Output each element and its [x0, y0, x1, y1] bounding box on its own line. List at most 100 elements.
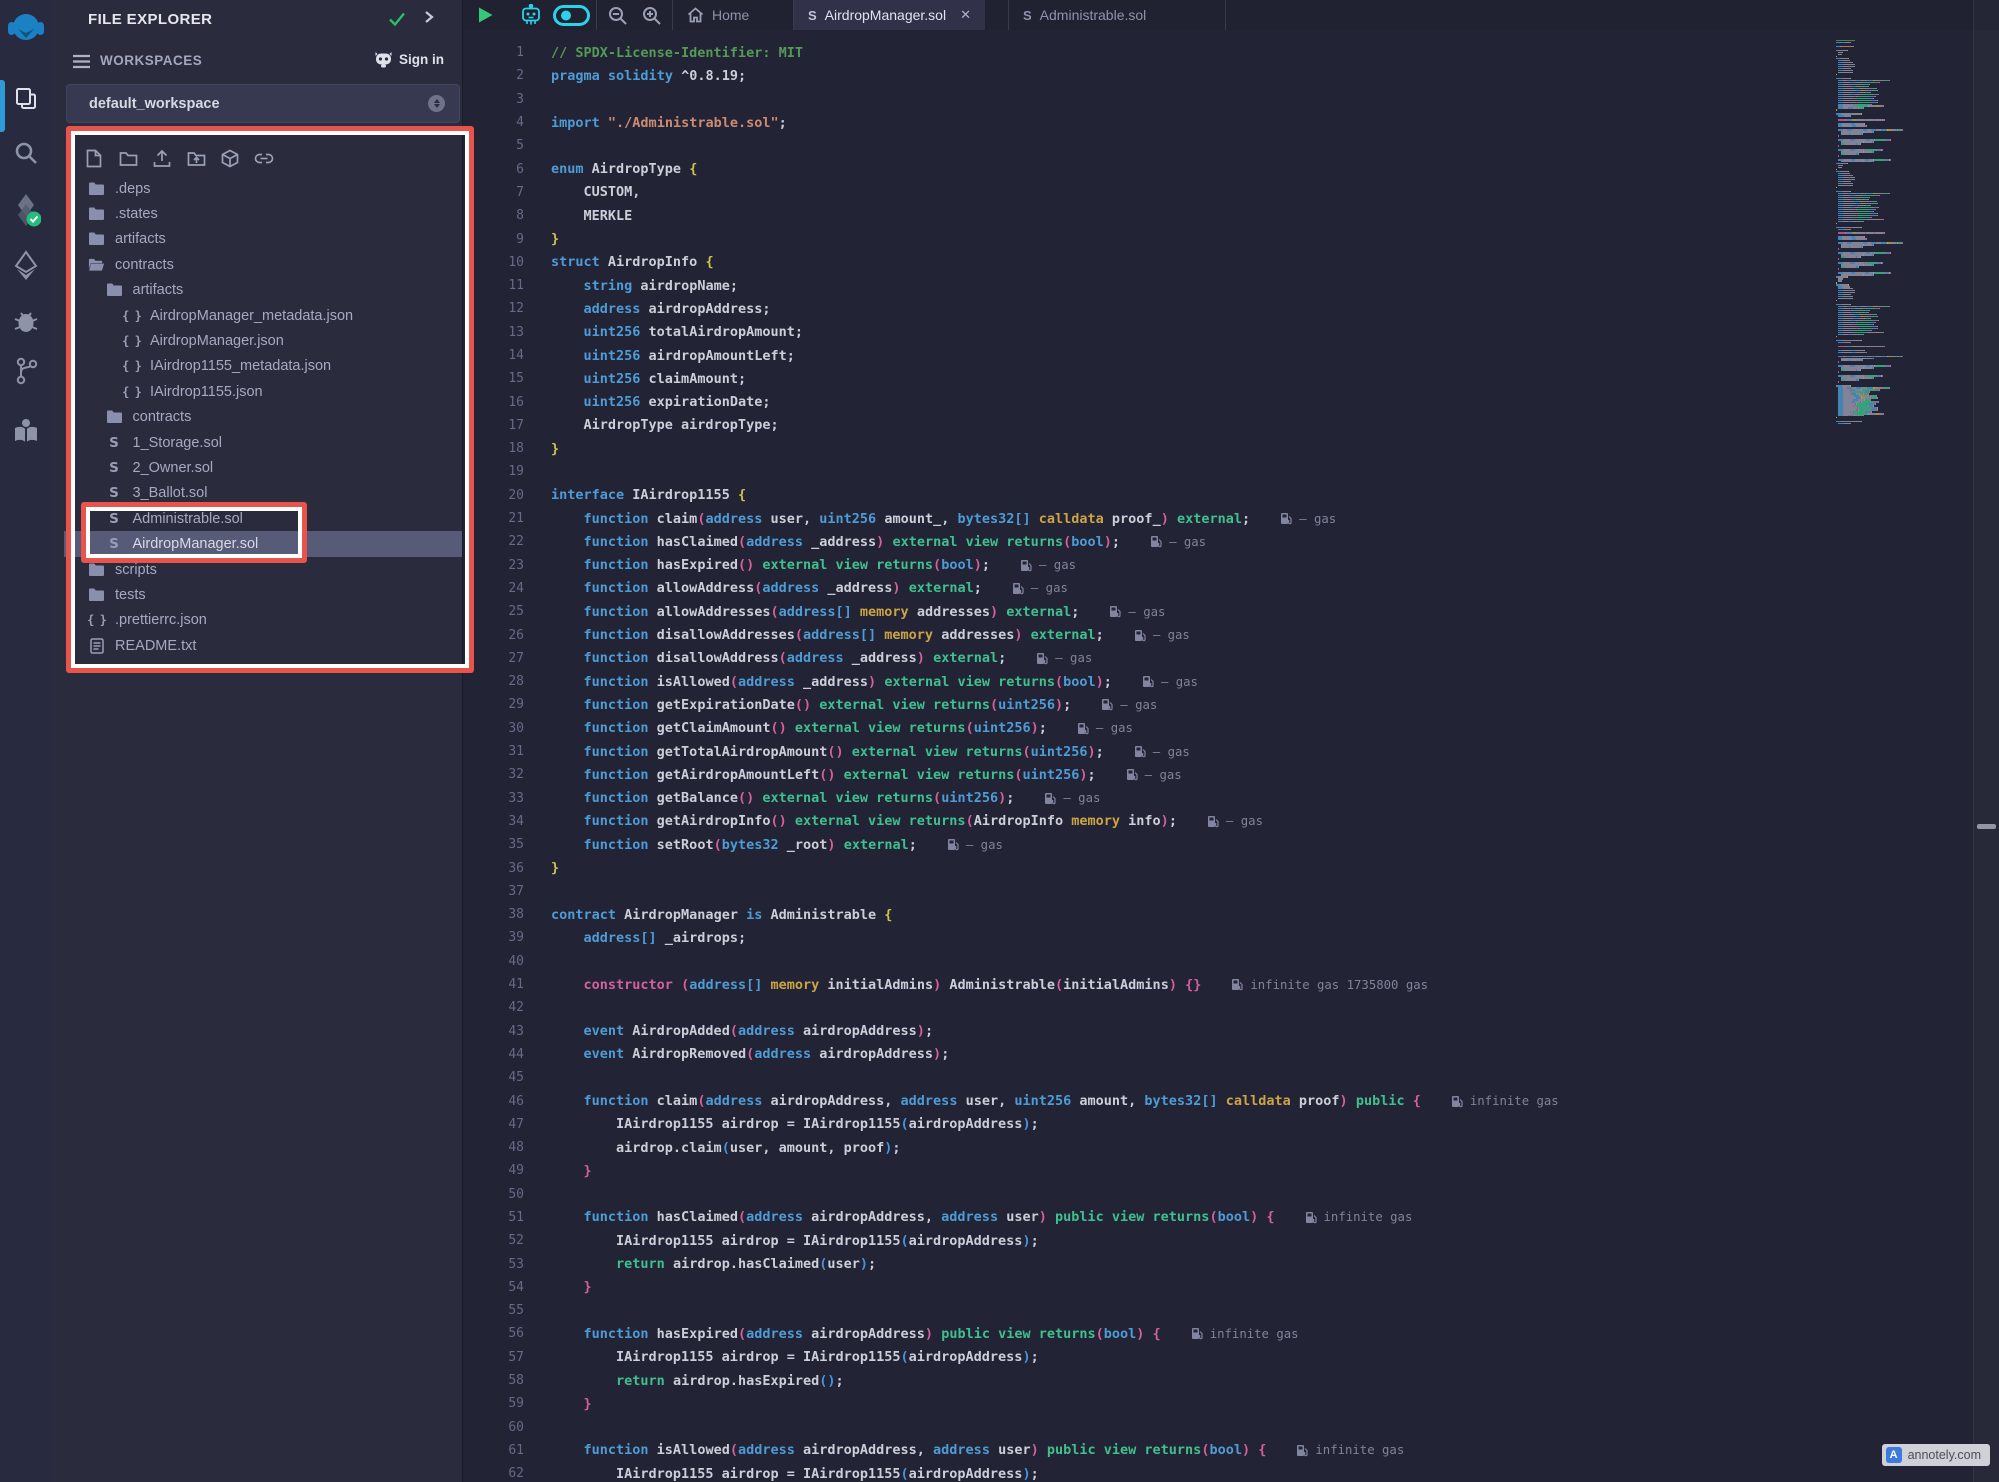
- gas-pump-icon: [1134, 629, 1146, 642]
- ai-toggle[interactable]: [553, 0, 590, 30]
- tree-item-iairdrop1155-metadata-json[interactable]: { }IAirdrop1155_metadata.json: [52, 354, 462, 379]
- remix-logo-icon[interactable]: [0, 8, 52, 48]
- code-line: 49 }: [463, 1159, 1835, 1182]
- upload-folder-icon[interactable]: [184, 145, 208, 171]
- line-number: 54: [463, 1280, 524, 1295]
- run-script-button[interactable]: [477, 0, 494, 30]
- upload-file-icon[interactable]: [150, 145, 174, 171]
- line-number: 40: [463, 954, 524, 969]
- tree-item-iairdrop1155-json[interactable]: { }IAirdrop1155.json: [52, 379, 462, 404]
- code-line: 24 function allowAddress(address _addres…: [463, 577, 1835, 600]
- code-line: 51 function hasClaimed(address airdropAd…: [463, 1206, 1835, 1229]
- code-line: 45: [463, 1066, 1835, 1089]
- deploy-run-icon[interactable]: [0, 250, 52, 282]
- code-line: 2pragma solidity ^0.8.19;: [463, 64, 1835, 87]
- tree-item--prettierrc-json[interactable]: { }.prettierrc.json: [52, 608, 462, 633]
- tree-item-scripts[interactable]: scripts: [52, 557, 462, 582]
- new-file-icon[interactable]: [82, 145, 106, 171]
- code-line: 54 }: [463, 1276, 1835, 1299]
- gas-pump-icon: [1142, 675, 1154, 688]
- line-number: 1: [463, 45, 524, 60]
- learneth-icon[interactable]: [0, 416, 52, 446]
- tree-item-airdropmanager-json[interactable]: { }AirdropManager.json: [52, 328, 462, 353]
- folder-icon: [88, 586, 105, 603]
- remix-ide-window: FILE EXPLORER WORKSPACES Sign in default…: [0, 0, 1999, 1482]
- tree-item-label: 1_Storage.sol: [133, 435, 222, 451]
- code-line: 13 uint256 totalAirdropAmount;: [463, 321, 1835, 344]
- tree-item-contracts[interactable]: contracts: [52, 405, 462, 430]
- line-number: 62: [463, 1466, 524, 1481]
- tree-item-tests[interactable]: tests: [52, 582, 462, 607]
- line-number: 55: [463, 1303, 524, 1318]
- code-line: 22 function hasClaimed(address _address)…: [463, 530, 1835, 553]
- code-line: 5: [463, 134, 1835, 157]
- workspaces-menu-icon[interactable]: [72, 54, 91, 74]
- git-icon[interactable]: [0, 356, 52, 386]
- code-line: 55: [463, 1299, 1835, 1322]
- gas-estimate: – gas: [1207, 814, 1263, 828]
- line-number: 56: [463, 1326, 524, 1341]
- line-number: 32: [463, 767, 524, 782]
- workspace-select[interactable]: default_workspace: [66, 84, 460, 123]
- tab-administrable[interactable]: S Administrable.sol: [1009, 0, 1160, 30]
- tree-item-label: .deps: [115, 181, 150, 197]
- solidity-compiler-icon[interactable]: [0, 192, 52, 228]
- line-number: 5: [463, 138, 524, 153]
- tab-home[interactable]: Home: [673, 0, 763, 30]
- tree-item-artifacts[interactable]: artifacts: [52, 227, 462, 252]
- code-line: 61 function isAllowed(address airdropAdd…: [463, 1439, 1835, 1462]
- file-toolbar: [82, 145, 276, 171]
- sol-icon: S: [106, 536, 123, 553]
- tree-item-1-storage-sol[interactable]: S 1_Storage.sol: [52, 430, 462, 455]
- tree-item--states[interactable]: .states: [52, 201, 462, 226]
- workspace-ok-check-icon[interactable]: [388, 11, 406, 32]
- gas-pump-icon: [1020, 559, 1032, 572]
- minimap[interactable]: [1836, 40, 1988, 427]
- tree-item-airdropmanager-sol[interactable]: SAirdropManager.sol: [52, 531, 462, 556]
- scrollbar-marker[interactable]: [1977, 824, 1996, 829]
- tree-item-3-ballot-sol[interactable]: S3_Ballot.sol: [52, 481, 462, 506]
- tree-item-artifacts[interactable]: artifacts: [52, 278, 462, 303]
- tree-item-readme-txt[interactable]: README.txt: [52, 633, 462, 658]
- file-explorer-icon[interactable]: [0, 84, 52, 114]
- line-number: 11: [463, 278, 524, 293]
- tab-airdropmanager[interactable]: S AirdropManager.sol ✕: [794, 0, 985, 30]
- load-cube-icon[interactable]: [218, 145, 242, 171]
- remix-ai-icon[interactable]: [519, 0, 543, 30]
- gas-pump-icon: [1231, 978, 1243, 991]
- overview-ruler[interactable]: [1973, 0, 1999, 1482]
- file-tree: .deps.statesartifactscontractsartifacts{…: [52, 176, 462, 658]
- search-icon[interactable]: [0, 138, 52, 168]
- tree-item-2-owner-sol[interactable]: S2_Owner.sol: [52, 455, 462, 480]
- line-number: 4: [463, 115, 524, 130]
- panel-title: FILE EXPLORER: [88, 11, 212, 28]
- tab-label: Administrable.sol: [1040, 7, 1147, 23]
- code-line: 7 CUSTOM,: [463, 181, 1835, 204]
- code-line: 17 AirdropType airdropType;: [463, 414, 1835, 437]
- sign-in-button[interactable]: Sign in: [374, 51, 444, 68]
- code-editor[interactable]: 1// SPDX-License-Identifier: MIT2pragma …: [463, 41, 1835, 1482]
- zoom-out-icon[interactable]: [607, 0, 628, 30]
- new-folder-icon[interactable]: [116, 145, 140, 171]
- tree-item-administrable-sol[interactable]: SAdministrable.sol: [52, 506, 462, 531]
- zoom-in-icon[interactable]: [641, 0, 662, 30]
- gas-estimate: – gas: [1109, 605, 1165, 619]
- sol-icon: S: [106, 510, 123, 527]
- code-line: 23 function hasExpired() external view r…: [463, 554, 1835, 577]
- link-icon[interactable]: [252, 145, 276, 171]
- gas-pump-icon: [1109, 605, 1121, 618]
- line-number: 22: [463, 534, 524, 549]
- home-icon: [687, 7, 704, 23]
- tree-item-contracts[interactable]: contracts: [52, 252, 462, 277]
- debugger-icon[interactable]: [0, 306, 52, 336]
- panel-expand-chevron-icon[interactable]: [424, 10, 434, 29]
- tree-item-airdropmanager-metadata-json[interactable]: { }AirdropManager_metadata.json: [52, 303, 462, 328]
- close-tab-icon[interactable]: ✕: [960, 7, 971, 23]
- folder-open-icon: [88, 256, 105, 273]
- json-icon: { }: [88, 612, 105, 629]
- line-number: 24: [463, 581, 524, 596]
- tree-item--deps[interactable]: .deps: [52, 176, 462, 201]
- workspace-switch-icon[interactable]: [428, 95, 445, 112]
- sol-icon: S: [106, 434, 123, 451]
- sign-in-label: Sign in: [399, 52, 444, 67]
